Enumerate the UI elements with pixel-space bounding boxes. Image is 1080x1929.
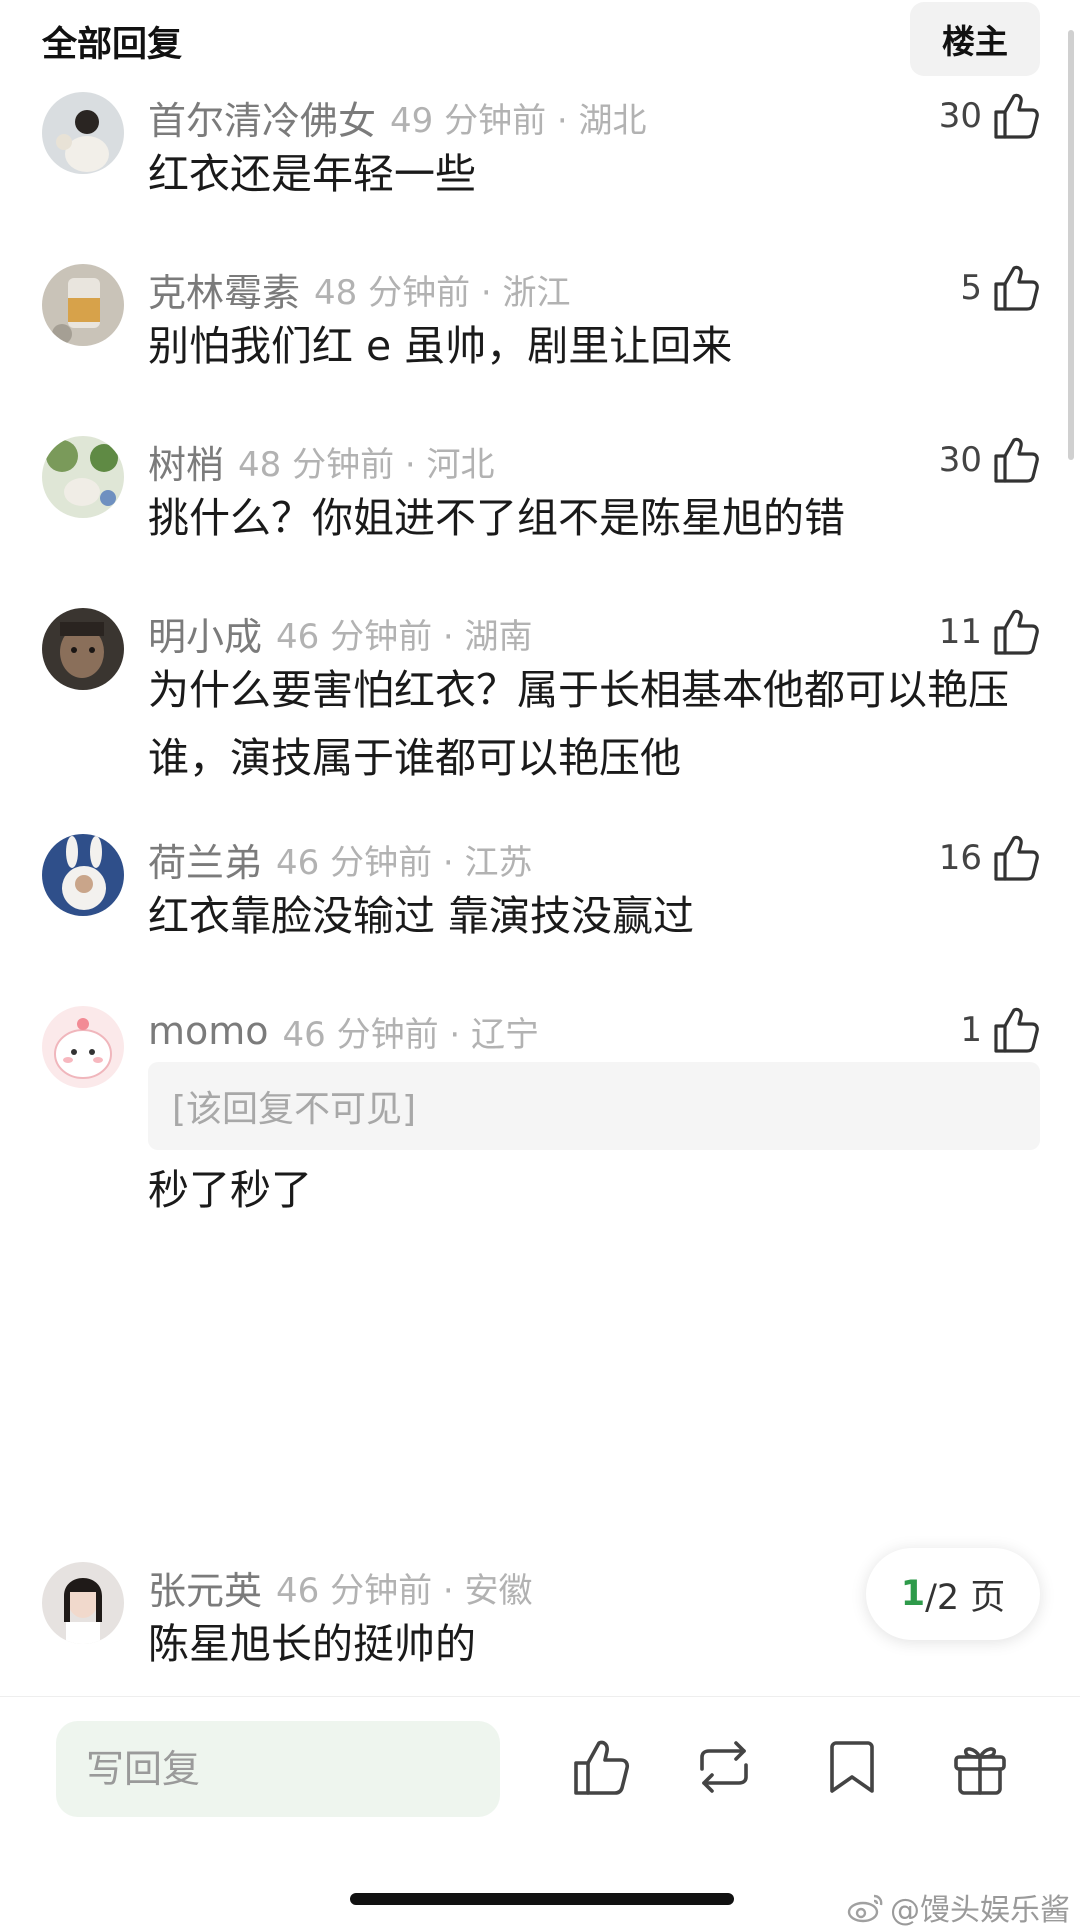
like-button[interactable]: 30 [939, 430, 1040, 490]
comment-text: 秒了秒了 [148, 1166, 312, 1214]
comment-meta: 张元英 46 分钟前 · 安徽 [148, 1560, 533, 1615]
page-total: /2 页 [925, 1577, 1006, 1618]
comment-text: 红衣靠脸没输过 靠演技没赢过 [148, 892, 695, 940]
comment-text: 红衣还是年轻一些 [148, 150, 476, 198]
like-button[interactable]: 11 [939, 602, 1040, 662]
thumbs-up-icon[interactable] [990, 262, 1040, 314]
like-button[interactable]: 5 [960, 258, 1040, 318]
username[interactable]: 首尔清冷佛女 [148, 90, 376, 145]
avatar[interactable] [42, 1006, 124, 1088]
like-button[interactable]: 16 [939, 828, 1040, 888]
comment-meta: 克林霉素 48 分钟前 · 浙江 [148, 262, 571, 317]
hidden-reply-quote: [该回复不可见] [148, 1062, 1040, 1150]
username[interactable]: momo [148, 1009, 269, 1053]
comment-meta: 首尔清冷佛女 49 分钟前 · 湖北 [148, 90, 647, 145]
avatar[interactable] [42, 608, 124, 690]
header: 全部回复 楼主 [0, 0, 1080, 84]
watermark-text: @馒头娱乐酱 [890, 1893, 1070, 1928]
thumbs-up-icon[interactable] [990, 832, 1040, 884]
avatar[interactable] [42, 436, 124, 518]
page-current: 1 [900, 1574, 926, 1614]
like-button[interactable]: 30 [939, 86, 1040, 146]
owner-only-button[interactable]: 楼主 [910, 2, 1040, 76]
username[interactable]: 树梢 [148, 434, 224, 489]
time-location: 48 分钟前 · 浙江 [314, 272, 571, 313]
like-button[interactable]: 1 [960, 1000, 1040, 1060]
time-location: 48 分钟前 · 河北 [238, 444, 495, 485]
weibo-logo-icon [846, 1890, 890, 1924]
bookmark-icon[interactable] [820, 1735, 884, 1799]
comment-meta: 荷兰弟 46 分钟前 · 江苏 [148, 832, 533, 887]
username[interactable]: 荷兰弟 [148, 832, 262, 887]
username[interactable]: 明小成 [148, 606, 262, 661]
avatar[interactable] [42, 264, 124, 346]
thumbs-up-icon[interactable] [990, 1004, 1040, 1056]
bottom-action-bar: @馒头娱乐酱 [0, 1696, 1080, 1928]
repost-icon[interactable] [692, 1735, 756, 1799]
reply-input[interactable] [56, 1721, 500, 1817]
time-location: 46 分钟前 · 辽宁 [282, 1014, 540, 1055]
avatar[interactable] [42, 834, 124, 916]
avatar[interactable] [42, 1562, 124, 1644]
like-count: 11 [938, 612, 982, 652]
page-indicator[interactable]: 1 /2 页 [866, 1548, 1040, 1640]
username[interactable]: 克林霉素 [148, 262, 300, 317]
watermark: @馒头娱乐酱 [846, 1885, 1070, 1929]
comment-meta: 明小成 46 分钟前 · 湖南 [148, 606, 533, 661]
like-count: 16 [938, 838, 982, 878]
thumbs-up-icon[interactable] [990, 434, 1040, 486]
time-location: 46 分钟前 · 江苏 [276, 842, 533, 883]
thumbs-up-icon[interactable] [990, 606, 1040, 658]
time-location: 49 分钟前 · 湖北 [390, 100, 647, 141]
comment-text: 为什么要害怕红衣？属于长相基本他都可以艳压谁，演技属于谁都可以艳压他 [148, 666, 1009, 782]
username[interactable]: 张元英 [148, 1560, 262, 1615]
comment-meta: momo 46 分钟前 · 辽宁 [148, 1006, 539, 1056]
time-location: 46 分钟前 · 湖南 [276, 616, 533, 657]
thumbs-up-icon[interactable] [990, 90, 1040, 142]
avatar[interactable] [42, 92, 124, 174]
page-title: 全部回复 [42, 25, 183, 65]
home-indicator[interactable] [350, 1893, 734, 1905]
comment-meta: 树梢 48 分钟前 · 河北 [148, 434, 495, 489]
gift-icon[interactable] [948, 1735, 1012, 1799]
like-count: 30 [938, 96, 982, 136]
like-count: 5 [960, 268, 982, 308]
like-icon[interactable] [568, 1735, 632, 1799]
comment-text: 别怕我们红 e 虽帅，剧里让回来 [148, 322, 733, 370]
like-count: 1 [960, 1010, 982, 1050]
comment-text: 挑什么？你姐进不了组不是陈星旭的错 [148, 494, 845, 542]
like-count: 30 [938, 440, 982, 480]
time-location: 46 分钟前 · 安徽 [276, 1570, 533, 1611]
scrollbar[interactable] [1068, 30, 1074, 460]
